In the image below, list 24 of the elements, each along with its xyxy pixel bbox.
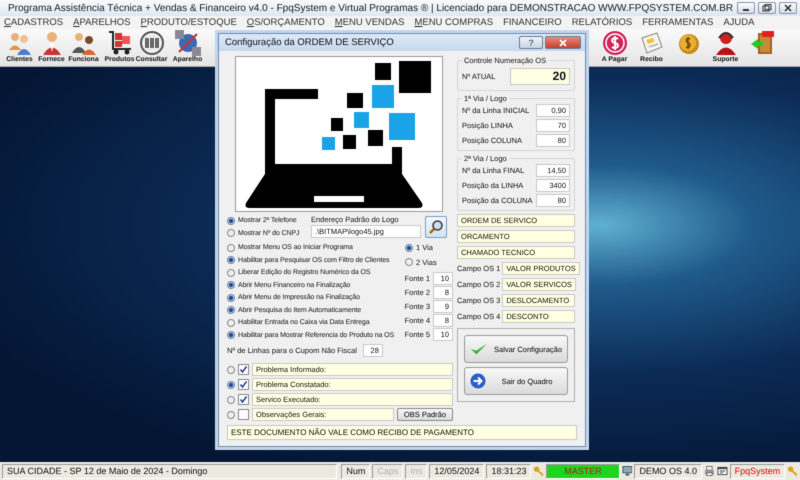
menu-item[interactable]: OS/ORÇAMENTO [246,17,325,28]
status-date: 12/05/2024 [429,464,484,478]
keyboard-indicator: Ins [405,464,428,478]
menu-item[interactable]: AJUDA [723,17,754,28]
status-time: 18:31:23 [486,464,532,478]
current-number-field[interactable]: 20 [510,68,570,85]
status-location: SUA CIDADE - SP 12 de Maio de 2024 - Domingo [2,464,338,478]
menu-item[interactable]: RELATÓRIOS [572,17,632,28]
menu-item[interactable]: CADASTROS [4,17,64,28]
keyboard-indicator: Num [341,464,370,478]
window-title: Programa Assistência Técnica + Vendas & Financeiro v4.0 - FpqSystem e Virtual Programas ® | Licenciado para DEMONSTRACAO WWW.FPQSYSTEM.COM.BR [8,2,734,14]
footer-note-field[interactable]: ESTE DOCUMENTO NÃO VALE COMO RECIBO DE PAGAMENTO [227,425,577,440]
menu-item[interactable]: APARELHOS [73,17,131,28]
menu-item[interactable]: MENU VENDAS [334,17,404,28]
user-status: MASTER [546,464,620,478]
status-version: DEMO OS 4.0 [634,464,702,478]
help-button[interactable]: ? [519,36,543,49]
menu-item[interactable]: PRODUTO/ESTOQUE [140,17,237,28]
dialog-title: Configuração da ORDEM DE SERVIÇO [225,37,394,48]
menu-item[interactable]: FERRAMENTAS [642,17,714,28]
menu-item[interactable]: MENU COMPRAS [414,17,494,28]
status-brand: FpqSystem [730,464,786,478]
keyboard-indicator: Caps [372,464,404,478]
menu-item[interactable]: FINANCEIRO [503,17,562,28]
